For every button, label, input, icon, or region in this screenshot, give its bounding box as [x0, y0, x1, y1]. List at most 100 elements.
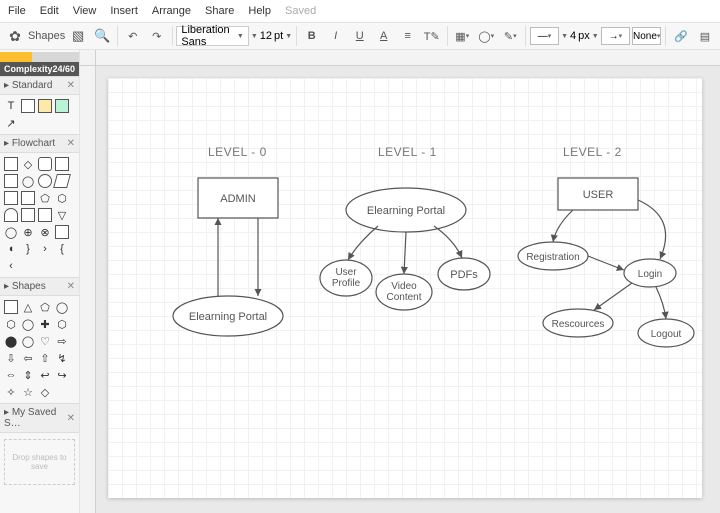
text-tool-icon[interactable]: T [4, 99, 18, 113]
link-icon[interactable]: 🔗 [670, 25, 692, 47]
panel-standard[interactable]: ▸ Standard✕ [0, 76, 79, 95]
saved-dropzone[interactable]: Drop shapes to save [4, 439, 75, 485]
flowchart-shape[interactable]: ⊕ [21, 225, 35, 239]
shadow-button[interactable]: ✎▾ [499, 25, 521, 47]
flowchart-shape[interactable] [4, 157, 18, 171]
flowchart-shape[interactable] [21, 208, 35, 222]
close-icon[interactable]: ✕ [67, 281, 75, 292]
basic-shape[interactable]: ↩ [38, 368, 52, 382]
basic-shape[interactable]: ⇦ [21, 351, 35, 365]
rect-shape[interactable] [21, 99, 35, 113]
flowchart-shape[interactable] [4, 174, 18, 188]
settings-icon[interactable]: ✿ [4, 25, 26, 47]
close-icon[interactable]: ✕ [67, 138, 75, 149]
toolbar: ✿ Shapes ▧ 🔍 ↶ ↷ Liberation Sans▼ ▼ 12 p… [0, 22, 720, 50]
note-shape[interactable] [38, 99, 52, 113]
basic-shape[interactable]: ⇔ [4, 368, 18, 382]
basic-shape[interactable]: ◯ [21, 334, 35, 348]
menu-file[interactable]: File [8, 5, 26, 17]
panel-flowchart[interactable]: ▸ Flowchart✕ [0, 134, 79, 153]
undo-icon[interactable]: ↶ [122, 25, 144, 47]
text-color-button[interactable]: A [373, 25, 395, 47]
flowchart-shape[interactable]: ◯ [4, 225, 18, 239]
panel-shapes[interactable]: ▸ Shapes✕ [0, 277, 79, 296]
basic-shape[interactable]: ◇ [38, 385, 52, 399]
basic-shape[interactable]: ⬠ [38, 300, 52, 314]
flowchart-shape[interactable]: ⬠ [38, 191, 52, 205]
basic-shape[interactable]: ♡ [38, 334, 52, 348]
image-button[interactable]: ▧ [67, 25, 89, 47]
flowchart-shape[interactable]: › [38, 242, 52, 256]
flowchart-shape[interactable] [55, 157, 69, 171]
text-format-button[interactable]: T✎ [421, 25, 443, 47]
menu-view[interactable]: View [73, 5, 97, 17]
basic-shape[interactable]: ⇨ [55, 334, 69, 348]
flowchart-shape[interactable] [38, 208, 52, 222]
line-style-select[interactable]: — ▾ [530, 27, 559, 45]
flowchart-shape[interactable]: ⊗ [38, 225, 52, 239]
basic-shape[interactable]: ◯ [21, 317, 35, 331]
font-size-stepper[interactable]: ▼ 12 pt ▼ [251, 30, 292, 42]
basic-shape[interactable]: ⇕ [21, 368, 35, 382]
svg-text:Rescources: Rescources [552, 319, 605, 330]
flowchart-shape[interactable] [4, 191, 18, 205]
basic-shape[interactable]: ↪ [55, 368, 69, 382]
flowchart-shape[interactable]: ◯ [21, 174, 35, 188]
underline-button[interactable]: U [349, 25, 371, 47]
basic-shape[interactable] [4, 300, 18, 314]
menu-edit[interactable]: Edit [40, 5, 59, 17]
basic-shape[interactable]: ⬤ [4, 334, 18, 348]
menu-arrange[interactable]: Arrange [152, 5, 191, 17]
edge [404, 232, 406, 274]
align-button[interactable]: ≡ [397, 25, 419, 47]
menu-insert[interactable]: Insert [110, 5, 138, 17]
flowchart-shape[interactable] [55, 225, 69, 239]
menu-share[interactable]: Share [205, 5, 234, 17]
basic-shape[interactable]: ⇧ [38, 351, 52, 365]
flowchart-shape[interactable]: ◖ [4, 242, 18, 256]
panel-saved[interactable]: ▸ My Saved S…✕ [0, 403, 79, 433]
fill-button[interactable]: ▦▾ [451, 25, 473, 47]
complexity-value: 24/60 [53, 64, 76, 74]
layers-icon[interactable]: ▤ [694, 25, 716, 47]
stroke-color-button[interactable]: ◯▾ [475, 25, 497, 47]
flowchart-shape[interactable]: ‹ [4, 259, 18, 273]
shapes-button[interactable]: Shapes [28, 25, 65, 47]
basic-shape[interactable]: ⬡ [4, 317, 18, 331]
flowchart-shape[interactable] [53, 174, 71, 188]
flowchart-shape[interactable] [38, 174, 52, 188]
sticky-shape[interactable] [55, 99, 69, 113]
flowchart-shape[interactable]: ⬡ [55, 191, 69, 205]
basic-shape[interactable]: ◯ [55, 300, 69, 314]
redo-icon[interactable]: ↷ [146, 25, 168, 47]
basic-shape[interactable]: ↯ [55, 351, 69, 365]
arrow-start-select[interactable]: → ▾ [601, 27, 630, 45]
basic-shape[interactable]: ⬡ [55, 317, 69, 331]
basic-shape[interactable]: △ [21, 300, 35, 314]
basic-shape[interactable]: ✧ [4, 385, 18, 399]
arrow-end-select[interactable]: None ▾ [632, 27, 661, 45]
italic-button[interactable]: I [325, 25, 347, 47]
stroke-width-stepper[interactable]: ▼ 4 px ▼ [561, 30, 599, 42]
arrow-tool-icon[interactable]: ↗ [4, 116, 18, 130]
canvas-area[interactable]: LEVEL - 0 LEVEL - 1 LEVEL - 2 ADMIN Elea… [80, 50, 720, 513]
flowchart-shape[interactable]: } [21, 242, 35, 256]
search-icon[interactable]: 🔍 [91, 25, 113, 47]
flowchart-shape[interactable]: { [55, 242, 69, 256]
flowchart-shape[interactable] [4, 208, 18, 222]
bold-button[interactable]: B [301, 25, 323, 47]
font-size-unit: pt [274, 30, 283, 42]
basic-shape[interactable]: ⇩ [4, 351, 18, 365]
close-icon[interactable]: ✕ [67, 413, 75, 424]
font-select[interactable]: Liberation Sans▼ [176, 26, 249, 46]
flowchart-shape[interactable]: ◇ [21, 157, 35, 171]
flowchart-shape[interactable]: ▽ [55, 208, 69, 222]
drawing-page[interactable]: LEVEL - 0 LEVEL - 1 LEVEL - 2 ADMIN Elea… [108, 78, 702, 498]
menu-help[interactable]: Help [248, 5, 271, 17]
flowchart-shape[interactable] [21, 191, 35, 205]
separator [447, 26, 448, 46]
basic-shape[interactable]: ☆ [21, 385, 35, 399]
flowchart-shape[interactable] [38, 157, 52, 171]
basic-shape[interactable]: ✚ [38, 317, 52, 331]
close-icon[interactable]: ✕ [67, 80, 75, 91]
